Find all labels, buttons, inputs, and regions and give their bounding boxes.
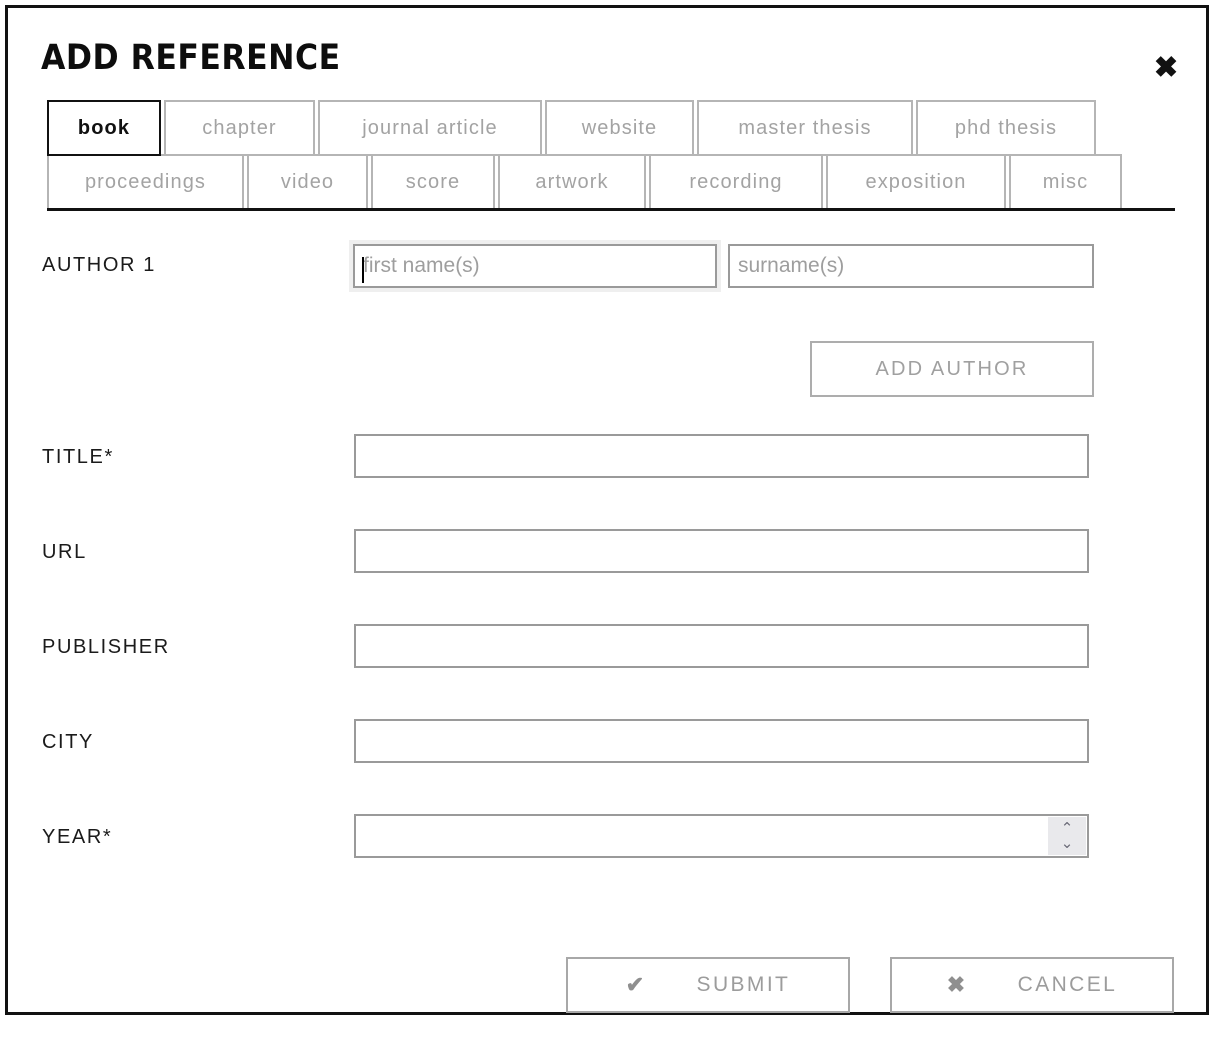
city-input[interactable]	[354, 719, 1089, 763]
tab-chapter[interactable]: chapter	[164, 100, 315, 156]
text-caret	[362, 257, 364, 283]
publisher-input[interactable]	[354, 624, 1089, 668]
tab-row-1: book chapter journal article website mas…	[47, 100, 1195, 156]
publisher-label: PUBLISHER	[42, 636, 170, 658]
tab-score[interactable]: score	[371, 154, 495, 210]
url-label: URL	[42, 541, 87, 563]
add-author-button[interactable]: ADD AUTHOR	[810, 341, 1094, 397]
year-row: YEAR* ⌃ ⌄	[8, 814, 1206, 909]
tab-proceedings[interactable]: proceedings	[47, 154, 244, 210]
url-row: URL	[8, 529, 1206, 624]
tab-book[interactable]: book	[47, 100, 161, 156]
close-x-icon: ✖	[946, 972, 968, 997]
add-author-row: ADD AUTHOR	[8, 341, 1206, 401]
publisher-row: PUBLISHER	[8, 624, 1206, 719]
surname-input[interactable]	[728, 244, 1094, 288]
year-label: YEAR*	[42, 826, 113, 848]
submit-button[interactable]: ✔ SUBMIT	[566, 957, 850, 1013]
tab-recording[interactable]: recording	[649, 154, 823, 210]
tab-video[interactable]: video	[247, 154, 368, 210]
add-reference-dialog: ADD REFERENCE ✖ book chapter journal art…	[5, 5, 1209, 1015]
tab-artwork[interactable]: artwork	[498, 154, 646, 210]
author-label: AUTHOR 1	[42, 254, 156, 276]
city-label: CITY	[42, 731, 94, 753]
page-title: ADD REFERENCE	[41, 38, 341, 78]
tab-website[interactable]: website	[545, 100, 694, 156]
title-label: TITLE*	[42, 446, 114, 468]
close-icon[interactable]: ✖	[1149, 51, 1183, 85]
submit-button-label: SUBMIT	[696, 973, 791, 996]
chevron-down-icon[interactable]: ⌄	[1061, 836, 1074, 851]
dialog-footer: ✔ SUBMIT ✖ CANCEL	[8, 957, 1206, 1037]
tab-misc[interactable]: misc	[1009, 154, 1122, 210]
author-row: AUTHOR 1	[8, 240, 1206, 310]
title-input[interactable]	[354, 434, 1089, 478]
year-field-wrapper: ⌃ ⌄	[354, 814, 1089, 858]
dialog-header: ADD REFERENCE ✖	[8, 8, 1206, 100]
tabs-bottom-rule	[47, 208, 1175, 211]
tab-master-thesis[interactable]: master thesis	[697, 100, 913, 156]
check-icon: ✔	[625, 972, 647, 997]
tab-row-2: proceedings video score artwork recordin…	[47, 154, 1195, 210]
reference-form: AUTHOR 1 ADD AUTHOR TITLE* URL PUBLISHER	[8, 240, 1206, 1037]
year-input[interactable]	[356, 816, 1016, 856]
tab-exposition[interactable]: exposition	[826, 154, 1006, 210]
url-input[interactable]	[354, 529, 1089, 573]
first-name-focus-ring	[349, 240, 721, 292]
first-name-input[interactable]	[353, 244, 717, 288]
tab-phd-thesis[interactable]: phd thesis	[916, 100, 1096, 156]
reference-type-tabs: book chapter journal article website mas…	[8, 100, 1195, 210]
city-row: CITY	[8, 719, 1206, 814]
title-row: TITLE*	[8, 434, 1206, 529]
year-stepper[interactable]: ⌃ ⌄	[1048, 817, 1086, 855]
tab-journal-article[interactable]: journal article	[318, 100, 542, 156]
cancel-button[interactable]: ✖ CANCEL	[890, 957, 1174, 1013]
cancel-button-label: CANCEL	[1017, 973, 1118, 996]
